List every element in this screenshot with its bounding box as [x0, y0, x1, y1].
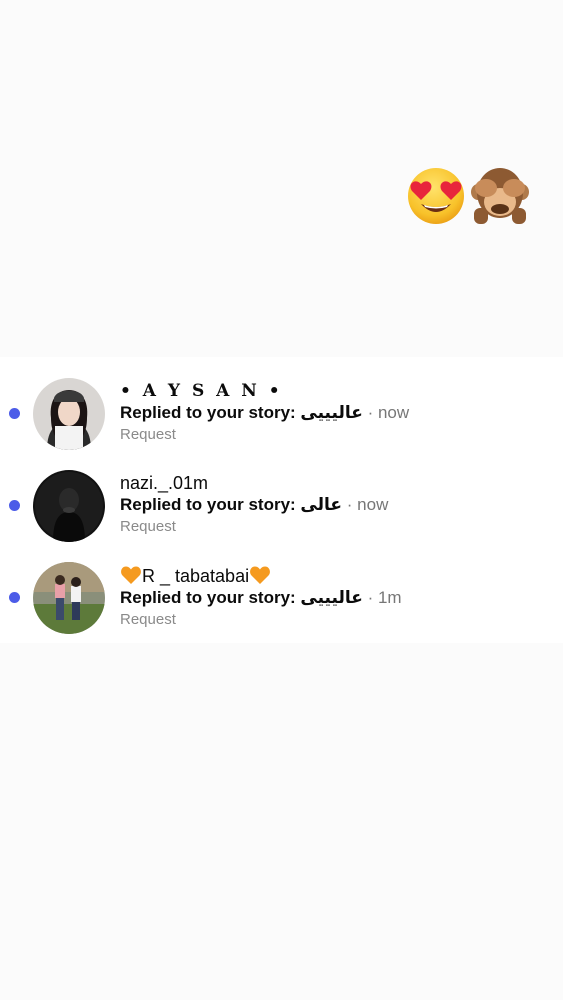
username: nazi._.01m: [120, 473, 209, 493]
request-status: Request: [120, 426, 176, 443]
timestamp: now: [377, 403, 410, 422]
message-preview: Replied to your story: عالیییی · now: [120, 402, 409, 424]
reply-label: Replied to your story:: [120, 588, 296, 607]
unread-indicator: [9, 500, 20, 511]
unread-indicator: [9, 592, 20, 603]
message-text: عالی: [300, 495, 343, 514]
reply-label: Replied to your story:: [120, 403, 296, 422]
username-row: R _ tabatabai: [120, 564, 402, 587]
message-request-row[interactable]: • A Y S A N • Replied to your story: عال…: [0, 372, 563, 464]
avatar[interactable]: [33, 562, 105, 634]
request-text-block: nazi._.01m Replied to your story: عالی ·…: [120, 472, 388, 538]
screen: • A Y S A N • Replied to your story: عال…: [0, 0, 563, 1000]
reply-label: Replied to your story:: [120, 495, 296, 514]
request-text-block: R _ tabatabai Replied to your story: عال…: [120, 564, 402, 631]
username: R _ tabatabai: [142, 566, 250, 586]
username: • A Y S A N •: [120, 381, 283, 401]
request-text-block: • A Y S A N • Replied to your story: عال…: [120, 380, 409, 446]
heart-eyes-emoji-icon: [408, 168, 464, 224]
request-status: Request: [120, 518, 176, 535]
message-requests-list: • A Y S A N • Replied to your story: عال…: [0, 357, 563, 643]
orange-heart-icon: [121, 566, 141, 584]
timestamp: now: [357, 495, 389, 514]
separator: ·: [367, 403, 374, 422]
message-request-row[interactable]: nazi._.01m Replied to your story: عالی ·…: [0, 464, 563, 556]
story-reaction-emojis: [406, 166, 530, 226]
message-preview: Replied to your story: عالی · now: [120, 494, 388, 516]
avatar[interactable]: [33, 378, 105, 450]
request-status: Request: [120, 611, 176, 628]
message-request-row[interactable]: R _ tabatabai Replied to your story: عال…: [0, 556, 563, 648]
separator: ·: [346, 495, 353, 514]
message-preview: Replied to your story: عاليييى · 1m: [120, 587, 402, 609]
avatar[interactable]: [33, 470, 105, 542]
see-no-evil-monkey-emoji-icon: [471, 168, 529, 224]
timestamp: 1m: [377, 588, 402, 607]
unread-indicator: [9, 408, 20, 419]
separator: ·: [367, 588, 374, 607]
orange-heart-icon: [250, 566, 271, 584]
message-text: عالیییی: [300, 403, 363, 422]
message-text: عاليييى: [300, 588, 363, 607]
